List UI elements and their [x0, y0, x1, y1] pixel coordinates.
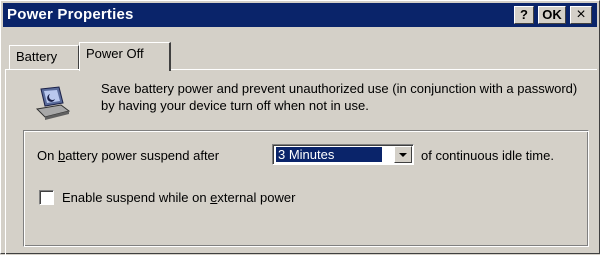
suspend-label-post: attery power suspend after — [65, 148, 220, 163]
suspend-suffix: of continuous idle time. — [421, 148, 554, 163]
external-power-checkbox[interactable] — [39, 190, 54, 205]
dropdown-button[interactable] — [394, 146, 412, 163]
suspend-time-select[interactable]: 3 Minutes — [272, 144, 414, 165]
tab-battery-label: Battery — [16, 49, 58, 64]
title-bar[interactable]: Power Properties ? OK × — [3, 3, 597, 27]
suspend-label-pre: On — [37, 148, 58, 163]
external-power-label-post: xternal power — [217, 190, 296, 205]
power-properties-window: Power Properties ? OK × Battery Power Of… — [0, 0, 600, 255]
chevron-down-icon — [399, 153, 407, 157]
suspend-time-value: 3 Minutes — [276, 147, 382, 162]
external-power-label[interactable]: Enable suspend while on external power — [62, 188, 295, 208]
description-text: Save battery power and prevent unauthori… — [101, 81, 578, 113]
laptop-icon — [35, 85, 71, 121]
external-power-label-pre: Enable suspend while on — [62, 190, 211, 205]
tab-power-off[interactable]: Power Off — [79, 42, 171, 71]
help-button[interactable]: ? — [514, 6, 534, 24]
close-button[interactable]: × — [570, 6, 592, 24]
tab-power-off-label: Power Off — [86, 46, 144, 61]
window-title: Power Properties — [7, 6, 134, 23]
ok-button[interactable]: OK — [538, 6, 566, 24]
tab-strip: Battery Power Off — [3, 41, 597, 71]
tab-battery[interactable]: Battery — [9, 45, 79, 69]
suspend-label: On battery power suspend after — [37, 146, 219, 166]
